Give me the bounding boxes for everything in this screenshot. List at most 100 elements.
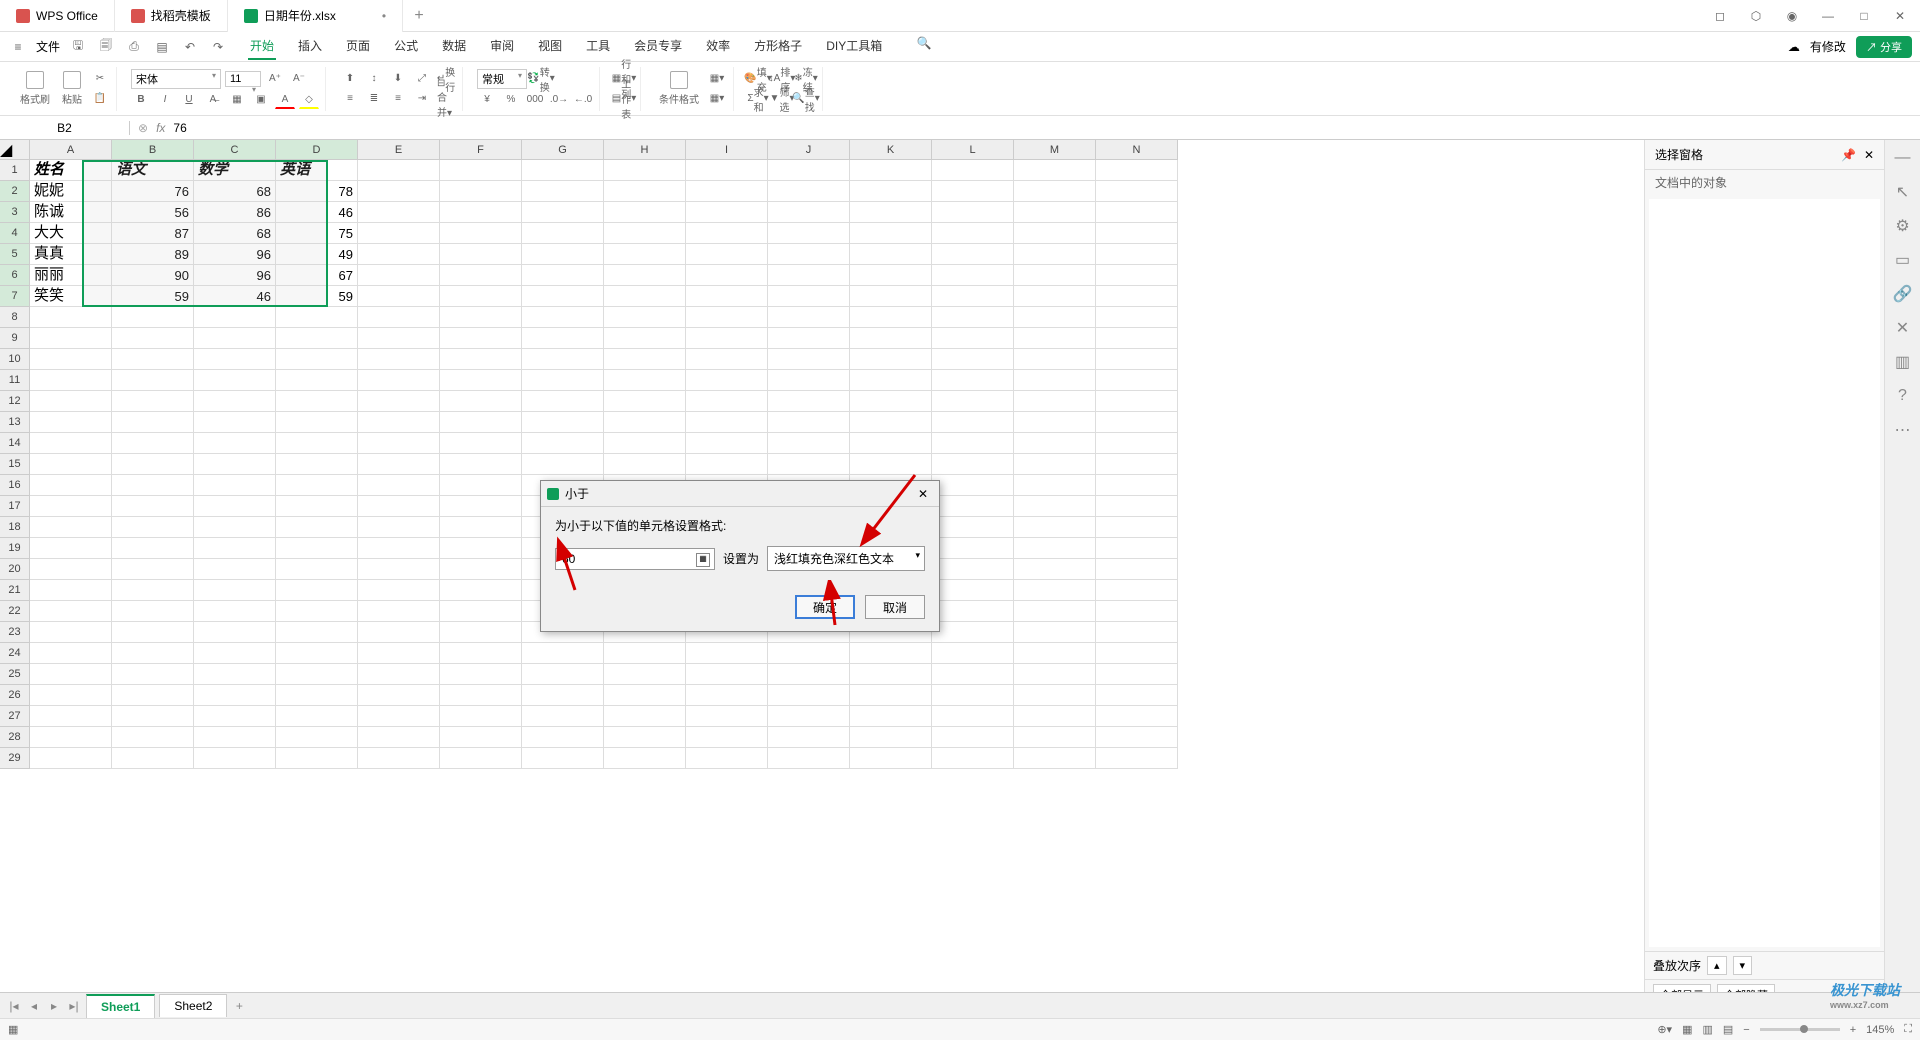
cell[interactable] (1096, 244, 1178, 265)
cell[interactable] (194, 538, 276, 559)
cell[interactable] (1096, 454, 1178, 475)
row-header[interactable]: 24 (0, 643, 30, 664)
cell[interactable] (276, 643, 358, 664)
row-header[interactable]: 6 (0, 265, 30, 286)
cell[interactable] (440, 349, 522, 370)
cell[interactable] (30, 643, 112, 664)
row-header[interactable]: 11 (0, 370, 30, 391)
cell[interactable] (1096, 160, 1178, 181)
cell[interactable] (522, 286, 604, 307)
cell[interactable] (30, 727, 112, 748)
cell[interactable] (932, 433, 1014, 454)
cell[interactable] (276, 412, 358, 433)
cell[interactable] (194, 475, 276, 496)
cell[interactable] (1014, 475, 1096, 496)
cell[interactable] (30, 559, 112, 580)
cell[interactable] (276, 685, 358, 706)
cell[interactable] (1014, 496, 1096, 517)
cell[interactable]: 大大 (30, 223, 112, 244)
cell[interactable] (604, 328, 686, 349)
cell[interactable] (604, 181, 686, 202)
zoom-slider[interactable] (1760, 1028, 1840, 1031)
cell[interactable]: 68 (194, 223, 276, 244)
cell[interactable] (850, 265, 932, 286)
cell[interactable] (112, 328, 194, 349)
worksheet-button[interactable]: ▤工作表▾ (614, 90, 634, 108)
find-button[interactable]: 🔍查找▾ (796, 90, 816, 108)
cell[interactable] (358, 538, 440, 559)
cell[interactable] (30, 601, 112, 622)
cell[interactable] (686, 286, 768, 307)
cell[interactable] (768, 244, 850, 265)
row-header[interactable]: 5 (0, 244, 30, 265)
cell[interactable] (358, 307, 440, 328)
cell[interactable] (194, 727, 276, 748)
view-mode-icon[interactable]: ⊕▾ (1657, 1023, 1672, 1036)
cell[interactable] (112, 307, 194, 328)
cell[interactable] (194, 433, 276, 454)
italic-icon[interactable]: I (155, 91, 175, 109)
cell[interactable] (30, 622, 112, 643)
cell[interactable] (440, 328, 522, 349)
undo-icon[interactable]: ↶ (180, 37, 200, 57)
cell[interactable] (30, 517, 112, 538)
cell[interactable] (112, 391, 194, 412)
tab-view[interactable]: 视图 (536, 33, 564, 60)
row-header[interactable]: 7 (0, 286, 30, 307)
formula-value[interactable]: 76 (173, 121, 186, 135)
cell[interactable] (194, 643, 276, 664)
cell[interactable] (1096, 475, 1178, 496)
cell[interactable] (1096, 559, 1178, 580)
cell[interactable] (358, 496, 440, 517)
tab-wps[interactable]: WPS Office (0, 0, 115, 32)
cell[interactable] (1014, 286, 1096, 307)
cell[interactable] (276, 307, 358, 328)
cell[interactable] (604, 454, 686, 475)
tab-template[interactable]: 找稻壳模板 (115, 0, 228, 32)
cell[interactable] (850, 643, 932, 664)
cell[interactable] (932, 748, 1014, 769)
cell[interactable] (522, 181, 604, 202)
cell[interactable] (112, 454, 194, 475)
cell[interactable] (768, 685, 850, 706)
cell[interactable] (768, 202, 850, 223)
cell[interactable] (358, 559, 440, 580)
cell[interactable] (194, 349, 276, 370)
cell[interactable] (1014, 307, 1096, 328)
cell[interactable] (932, 559, 1014, 580)
cell[interactable] (440, 517, 522, 538)
cell[interactable] (112, 643, 194, 664)
cell[interactable] (768, 160, 850, 181)
cell[interactable] (1096, 706, 1178, 727)
cell[interactable] (276, 517, 358, 538)
cell[interactable] (440, 307, 522, 328)
cell[interactable] (604, 349, 686, 370)
cell[interactable] (522, 370, 604, 391)
cell[interactable] (686, 685, 768, 706)
row-header[interactable]: 10 (0, 349, 30, 370)
cell[interactable] (1014, 328, 1096, 349)
cell[interactable] (604, 727, 686, 748)
cell[interactable] (358, 517, 440, 538)
cell[interactable] (522, 202, 604, 223)
cell[interactable] (112, 664, 194, 685)
cell[interactable] (604, 391, 686, 412)
cell[interactable] (932, 685, 1014, 706)
cell[interactable] (604, 307, 686, 328)
font-name-select[interactable]: 宋体 (131, 69, 221, 89)
cell[interactable] (932, 160, 1014, 181)
cell[interactable] (440, 538, 522, 559)
cell[interactable] (112, 433, 194, 454)
cell[interactable]: 丽丽 (30, 265, 112, 286)
cell[interactable] (440, 664, 522, 685)
cell[interactable] (850, 412, 932, 433)
sum-button[interactable]: Σ求和▾ (748, 90, 768, 108)
tab-efficiency[interactable]: 效率 (704, 33, 732, 60)
cell[interactable] (440, 181, 522, 202)
sheet-tab-1[interactable]: Sheet1 (86, 994, 155, 1018)
cell[interactable] (522, 160, 604, 181)
cell[interactable] (604, 748, 686, 769)
cell[interactable] (358, 643, 440, 664)
fullscreen-icon[interactable]: ⛶ (1904, 1023, 1912, 1036)
cell[interactable] (522, 244, 604, 265)
